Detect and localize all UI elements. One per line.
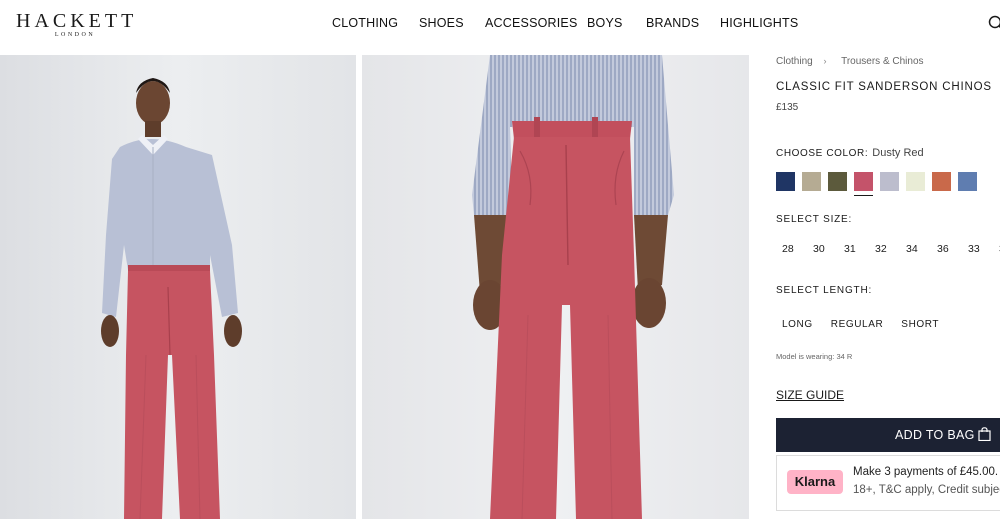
site-header: HACKETT LONDON CLOTHING SHOES ACCESSORIE… bbox=[0, 0, 1000, 50]
klarna-promo: Klarna Make 3 payments of £45.00. Le 18+… bbox=[776, 455, 1000, 511]
color-swatch-terracotta[interactable] bbox=[932, 172, 951, 191]
nav-item-shoes[interactable]: SHOES bbox=[419, 16, 464, 30]
product-image-full[interactable] bbox=[0, 55, 356, 519]
size-option[interactable]: 34 bbox=[906, 243, 937, 255]
breadcrumb-trousers[interactable]: Trousers & Chinos bbox=[841, 56, 923, 67]
color-swatch-olive[interactable] bbox=[828, 172, 847, 191]
add-to-bag-button[interactable]: ADD TO BAG bbox=[776, 418, 1000, 452]
model-size-note: Model is wearing: 34 R bbox=[776, 352, 853, 361]
length-option-short[interactable]: SHORT bbox=[901, 319, 939, 330]
brand-name: HACKETT bbox=[16, 10, 138, 32]
color-label: CHOOSE COLOR: bbox=[776, 148, 869, 159]
size-option[interactable]: 32 bbox=[875, 243, 906, 255]
breadcrumb-clothing[interactable]: Clothing bbox=[776, 56, 813, 67]
size-option[interactable]: 30 bbox=[813, 243, 844, 255]
color-swatch-blue[interactable] bbox=[958, 172, 977, 191]
length-selector-label: SELECT LENGTH: bbox=[776, 285, 873, 296]
product-details: Clothing › Trousers & Chinos CLASSIC FIT… bbox=[776, 50, 1000, 519]
color-swatch-dusty-red[interactable] bbox=[854, 172, 873, 196]
nav-item-brands[interactable]: BRANDS bbox=[646, 16, 699, 30]
product-price: £135 bbox=[776, 102, 799, 113]
klarna-payment-text: Make 3 payments of £45.00. Le bbox=[853, 466, 1000, 478]
selected-color-name: Dusty Red bbox=[872, 147, 924, 159]
chevron-right-icon: › bbox=[823, 56, 827, 66]
color-swatch-navy[interactable] bbox=[776, 172, 795, 191]
length-options: LONG REGULAR SHORT bbox=[782, 319, 957, 330]
size-option[interactable]: 33 bbox=[968, 243, 999, 255]
length-option-long[interactable]: LONG bbox=[782, 319, 813, 330]
klarna-installments: Make 3 payments of £45.00. bbox=[853, 466, 999, 478]
brand-sub: LONDON bbox=[54, 32, 96, 38]
model-full-body-image bbox=[0, 55, 356, 519]
size-option[interactable]: 36 bbox=[937, 243, 968, 255]
klarna-logo: Klarna bbox=[787, 470, 843, 494]
product-image-closeup[interactable] bbox=[362, 55, 749, 519]
size-guide-link[interactable]: SIZE GUIDE bbox=[776, 388, 844, 402]
brand-logo[interactable]: HACKETT LONDON bbox=[16, 10, 138, 38]
length-option-regular[interactable]: REGULAR bbox=[831, 319, 884, 330]
color-swatches bbox=[776, 172, 984, 196]
size-option[interactable]: 31 bbox=[844, 243, 875, 255]
model-closeup-image bbox=[362, 55, 749, 519]
color-swatch-lilac-grey[interactable] bbox=[880, 172, 899, 191]
nav-item-clothing[interactable]: CLOTHING bbox=[332, 16, 398, 30]
size-options: 28 30 31 32 34 36 33 3 bbox=[782, 243, 1000, 255]
color-swatch-stone[interactable] bbox=[802, 172, 821, 191]
klarna-terms: 18+, T&C apply, Credit subject bbox=[853, 484, 1000, 496]
product-title: CLASSIC FIT SANDERSON CHINOS bbox=[776, 81, 992, 93]
nav-item-accessories[interactable]: ACCESSORIES bbox=[485, 16, 578, 30]
add-to-bag-label: ADD TO BAG bbox=[895, 428, 975, 442]
breadcrumb: Clothing › Trousers & Chinos bbox=[776, 56, 924, 67]
color-swatch-cream[interactable] bbox=[906, 172, 925, 191]
search-icon[interactable] bbox=[988, 15, 1000, 31]
nav-item-highlights[interactable]: HIGHLIGHTS bbox=[720, 16, 798, 30]
size-option[interactable]: 28 bbox=[782, 243, 813, 255]
bag-icon bbox=[978, 427, 991, 441]
nav-item-boys[interactable]: BOYS bbox=[587, 16, 623, 30]
color-selector-label: CHOOSE COLOR: Dusty Red bbox=[776, 147, 924, 159]
size-selector-label: SELECT SIZE: bbox=[776, 214, 853, 225]
